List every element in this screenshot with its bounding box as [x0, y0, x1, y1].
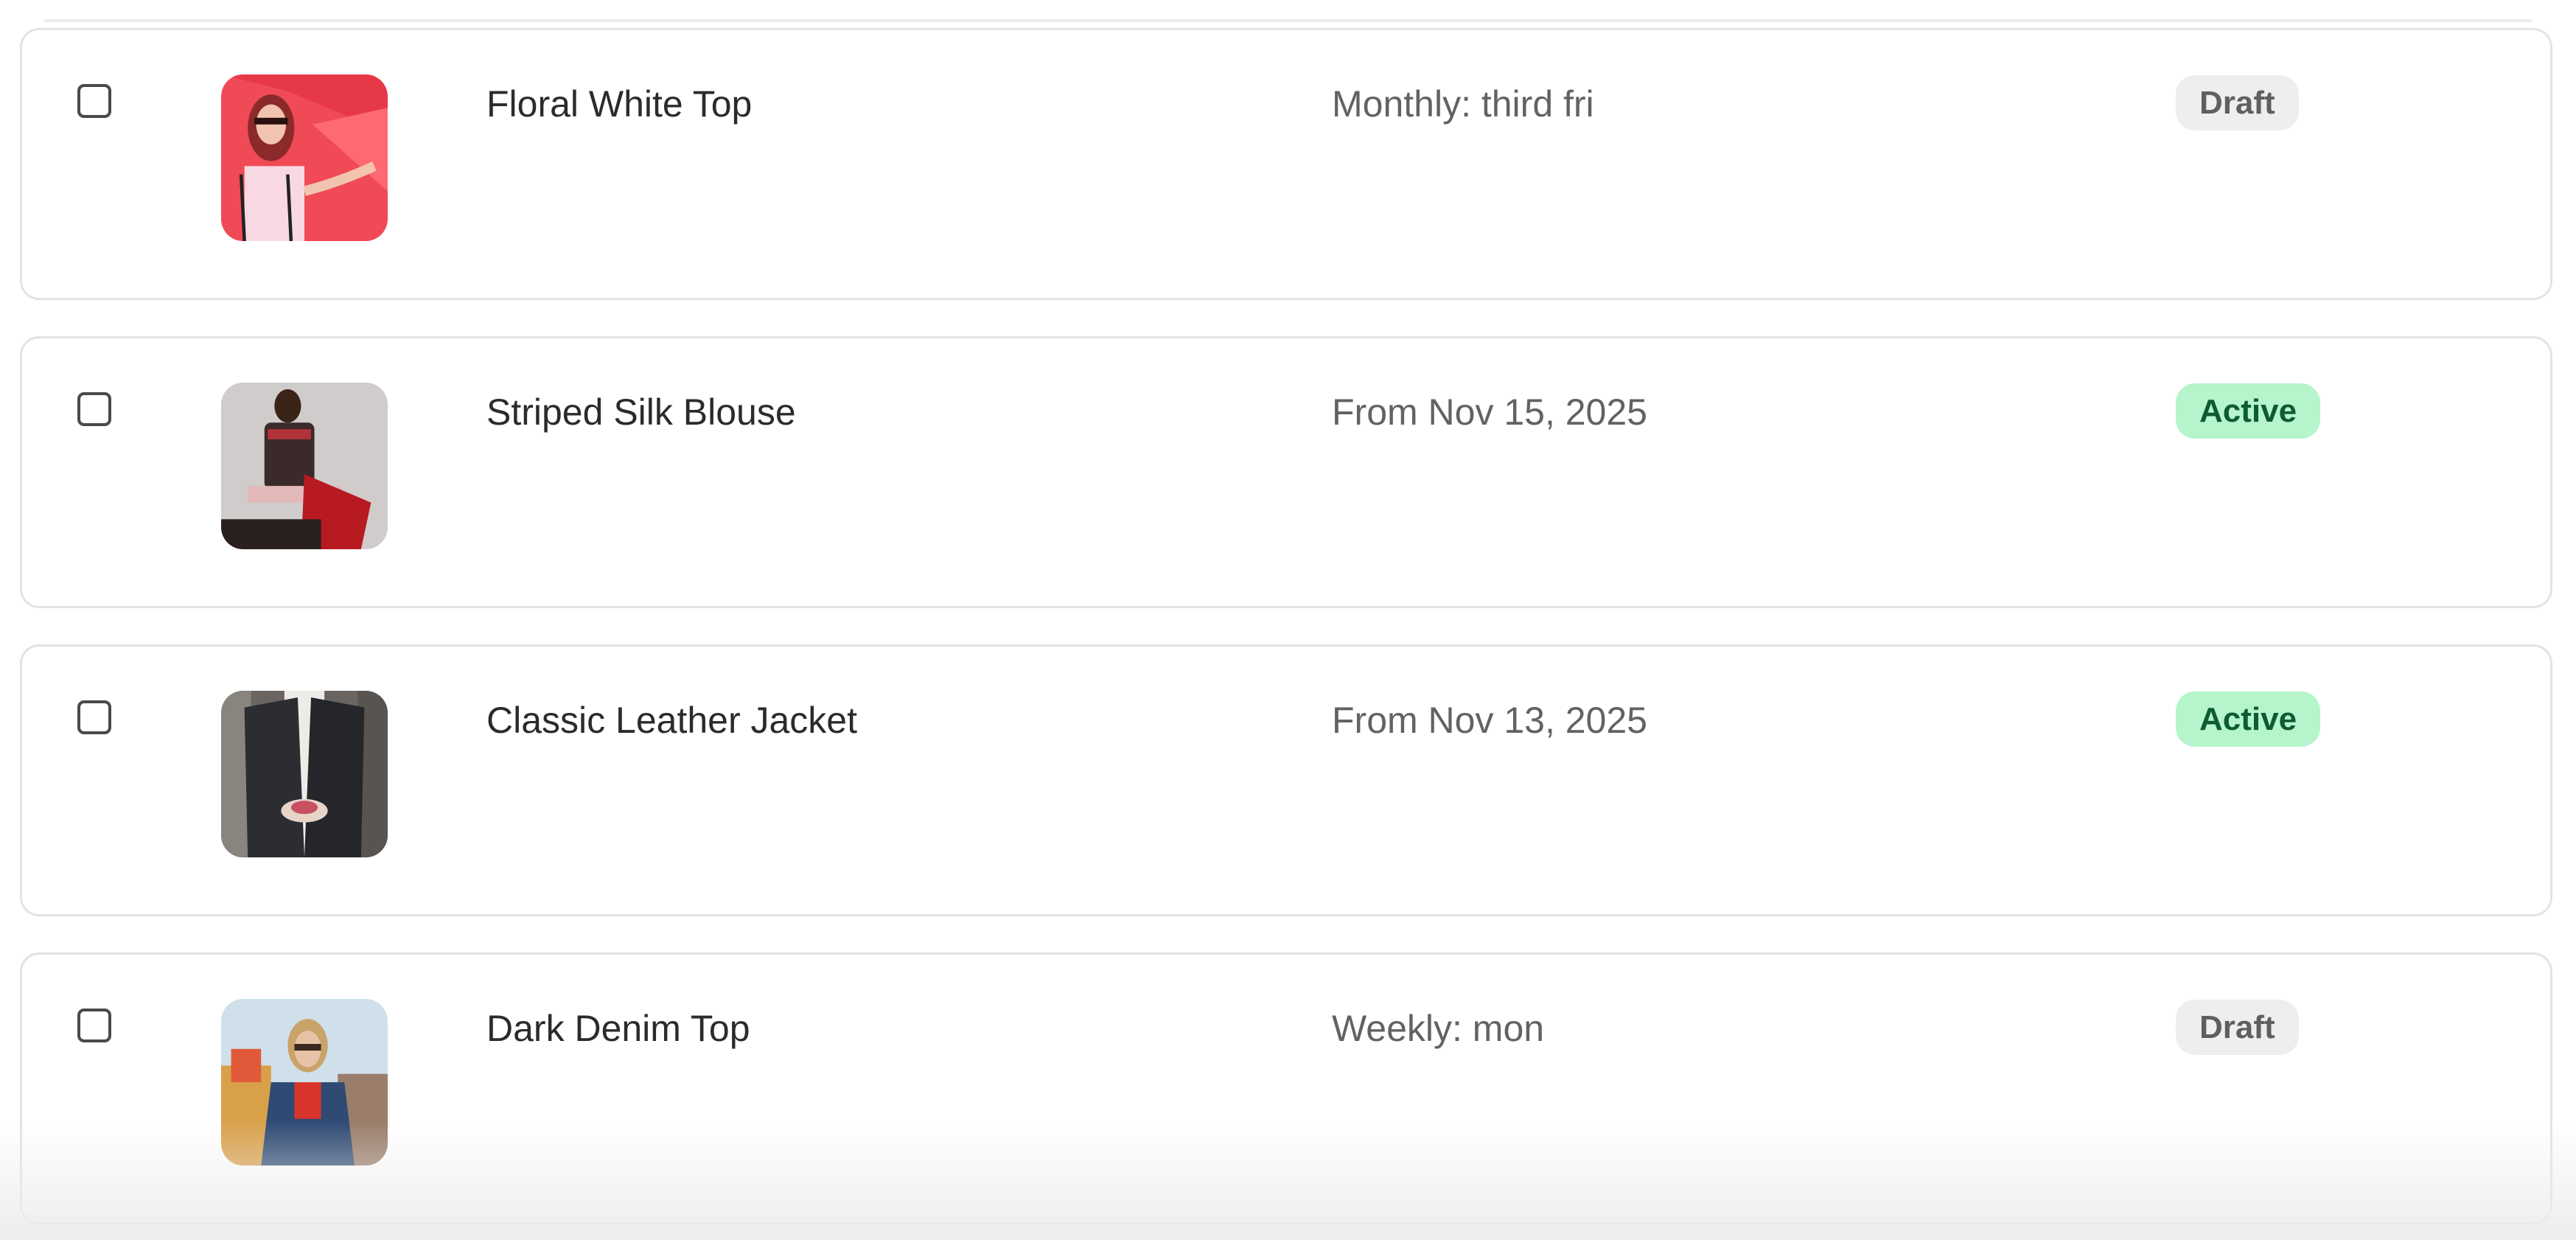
status-badge: Active — [2176, 692, 2321, 747]
list-item[interactable]: Dark Denim Top Weekly: mon Draft — [20, 952, 2552, 1225]
row-checkbox[interactable] — [77, 700, 111, 734]
schedule-text: Weekly: mon — [1332, 1008, 1545, 1049]
product-thumbnail[interactable] — [221, 383, 388, 549]
schedule-text: Monthly: third fri — [1332, 83, 1594, 125]
product-thumbnail[interactable] — [221, 74, 388, 241]
schedule-text: From Nov 15, 2025 — [1332, 391, 1647, 433]
list-top-divider — [44, 19, 2532, 22]
product-thumbnail[interactable] — [221, 691, 388, 857]
list-item[interactable]: Floral White Top Monthly: third fri Draf… — [20, 28, 2552, 300]
status-badge: Active — [2176, 383, 2321, 439]
status-badge: Draft — [2176, 1000, 2299, 1055]
row-checkbox[interactable] — [77, 84, 111, 118]
product-thumbnail[interactable] — [221, 999, 388, 1166]
row-checkbox[interactable] — [77, 1009, 111, 1042]
product-name[interactable]: Dark Denim Top — [486, 1006, 750, 1051]
product-name[interactable]: Classic Leather Jacket — [486, 698, 857, 742]
status-badge: Draft — [2176, 75, 2299, 130]
list-item[interactable]: Striped Silk Blouse From Nov 15, 2025 Ac… — [20, 336, 2552, 608]
row-checkbox[interactable] — [77, 392, 111, 426]
product-name[interactable]: Striped Silk Blouse — [486, 390, 796, 434]
schedule-text: From Nov 13, 2025 — [1332, 700, 1647, 741]
list-item[interactable]: Classic Leather Jacket From Nov 13, 2025… — [20, 644, 2552, 916]
product-name[interactable]: Floral White Top — [486, 82, 752, 126]
